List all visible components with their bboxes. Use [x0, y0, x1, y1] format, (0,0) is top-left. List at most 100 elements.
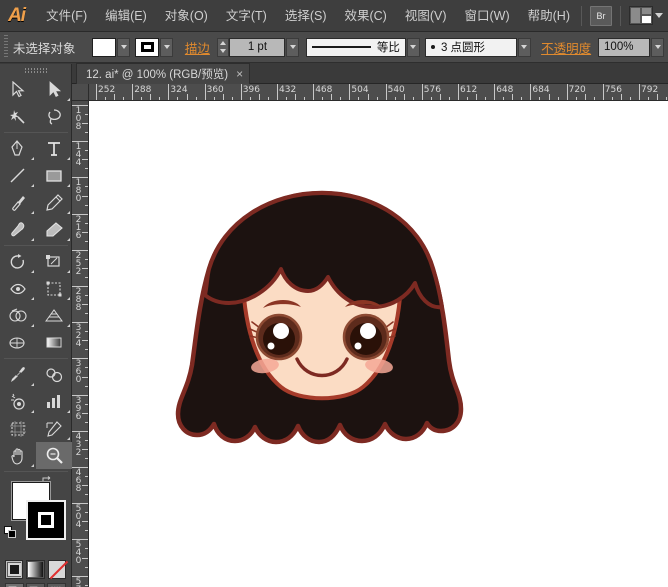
tool-flyout-icon[interactable]	[67, 297, 70, 300]
gradient-mode-button[interactable]	[26, 560, 44, 579]
ruler-minor-tick	[82, 377, 88, 378]
tool-flyout-icon[interactable]	[31, 157, 34, 160]
stroke-color-control[interactable]	[135, 38, 173, 57]
tool-flyout-icon[interactable]	[67, 157, 70, 160]
bridge-icon[interactable]: Br	[590, 6, 612, 26]
tool-flyout-icon[interactable]	[67, 270, 70, 273]
perspective-grid-tool[interactable]	[36, 302, 72, 329]
direct-selection-tool[interactable]	[36, 76, 72, 103]
stroke-dropdown-arrow-icon[interactable]	[160, 38, 173, 57]
canvas-area[interactable]	[89, 101, 668, 587]
stroke-swatch-tool[interactable]	[26, 500, 66, 540]
tool-flyout-icon[interactable]	[67, 238, 70, 241]
none-mode-button[interactable]	[48, 560, 66, 579]
tool-flyout-icon[interactable]	[67, 410, 70, 413]
fill-dropdown-arrow-icon[interactable]	[117, 38, 130, 57]
default-fill-stroke-icon[interactable]	[4, 526, 17, 539]
eraser-tool[interactable]	[36, 216, 72, 243]
stepper-up-icon[interactable]	[220, 41, 226, 45]
menu-file[interactable]: 文件(F)	[37, 4, 96, 28]
stroke-profile-dropdown-arrow-icon[interactable]	[407, 38, 420, 57]
symbol-sprayer-tool[interactable]	[0, 388, 36, 415]
free-transform-tool[interactable]	[36, 275, 72, 302]
stroke-swatch[interactable]	[135, 38, 159, 57]
stroke-weight-input[interactable]: 1 pt	[229, 38, 285, 57]
vertical-ruler[interactable]: 1081441802162522883243603964324685045405…	[72, 101, 89, 587]
type-tool[interactable]	[36, 135, 72, 162]
pen-tool[interactable]	[0, 135, 36, 162]
tool-flyout-icon[interactable]	[31, 464, 34, 467]
artwork-cartoon-girl[interactable]	[167, 185, 477, 480]
color-mode-button[interactable]	[5, 560, 23, 579]
magic-wand-tool[interactable]	[0, 103, 36, 130]
menu-select[interactable]: 选择(S)	[276, 4, 336, 28]
rectangle-tool[interactable]	[36, 162, 72, 189]
tool-flyout-icon[interactable]	[31, 383, 34, 386]
menu-edit[interactable]: 编辑(E)	[96, 4, 156, 28]
slice-tool[interactable]	[36, 415, 72, 442]
zoom-tool[interactable]	[36, 442, 72, 469]
lasso-tool[interactable]	[36, 103, 72, 130]
selection-tool[interactable]	[0, 76, 36, 103]
stroke-weight-control[interactable]: 1 pt	[217, 38, 299, 57]
brush-definition-control[interactable]: 3 点圆形	[425, 38, 531, 57]
blend-tool[interactable]	[36, 361, 72, 388]
shape-builder-tool[interactable]	[0, 302, 36, 329]
tool-flyout-icon[interactable]	[31, 211, 34, 214]
opacity-panel-link[interactable]: 不透明度	[536, 38, 596, 57]
ruler-corner[interactable]	[72, 84, 89, 101]
stepper-down-icon[interactable]	[220, 49, 226, 53]
document-tab[interactable]: 12. ai* @ 100% (RGB/预览) ×	[76, 63, 250, 84]
tool-flyout-icon[interactable]	[31, 324, 34, 327]
column-graph-tool[interactable]	[36, 388, 72, 415]
fill-color-control[interactable]	[92, 38, 130, 57]
scale-tool[interactable]	[36, 248, 72, 275]
stroke-weight-dropdown-arrow-icon[interactable]	[286, 38, 299, 57]
workspace-switcher[interactable]	[629, 6, 663, 25]
artboard-tool[interactable]	[0, 415, 36, 442]
close-icon[interactable]: ×	[236, 69, 243, 79]
width-tool[interactable]	[0, 275, 36, 302]
tool-flyout-icon[interactable]	[67, 211, 70, 214]
tools-panel-grip[interactable]	[0, 64, 71, 76]
menu-type[interactable]: 文字(T)	[217, 4, 276, 28]
tool-flyout-icon[interactable]	[31, 297, 34, 300]
menu-help[interactable]: 帮助(H)	[519, 4, 579, 28]
control-bar-grip[interactable]	[4, 35, 8, 59]
menu-view[interactable]: 视图(V)	[396, 4, 456, 28]
paintbrush-tool[interactable]	[0, 189, 36, 216]
menu-effect[interactable]: 效果(C)	[335, 4, 395, 28]
stroke-profile-select[interactable]: 等比	[306, 38, 406, 57]
tool-flyout-icon[interactable]	[67, 184, 70, 187]
draw-normal-button[interactable]	[5, 583, 24, 587]
line-segment-tool[interactable]	[0, 162, 36, 189]
tool-flyout-icon[interactable]	[67, 324, 70, 327]
draw-behind-button[interactable]	[26, 583, 45, 587]
tool-flyout-icon[interactable]	[31, 270, 34, 273]
stroke-profile-control[interactable]: 等比	[306, 38, 420, 57]
opacity-control[interactable]: 100%	[598, 38, 664, 57]
tool-flyout-icon[interactable]	[31, 238, 34, 241]
tool-flyout-icon[interactable]	[31, 410, 34, 413]
pencil-tool[interactable]	[36, 189, 72, 216]
hand-tool[interactable]	[0, 442, 36, 469]
rotate-tool[interactable]	[0, 248, 36, 275]
mesh-tool[interactable]	[0, 329, 36, 356]
brush-definition-select[interactable]: 3 点圆形	[425, 38, 517, 57]
draw-inside-button[interactable]	[47, 583, 66, 587]
gradient-tool[interactable]	[36, 329, 72, 356]
tool-flyout-icon[interactable]	[67, 98, 70, 101]
menu-object[interactable]: 对象(O)	[156, 4, 217, 28]
fill-swatch[interactable]	[92, 38, 116, 57]
stroke-weight-stepper[interactable]	[217, 38, 229, 57]
blob-brush-tool[interactable]	[0, 216, 36, 243]
tool-flyout-icon[interactable]	[67, 437, 70, 440]
brush-dropdown-arrow-icon[interactable]	[518, 38, 531, 57]
menu-window[interactable]: 窗口(W)	[456, 4, 519, 28]
opacity-dropdown-arrow-icon[interactable]	[651, 38, 664, 57]
horizontal-ruler[interactable]: 2522883243603964324685045405766126486847…	[89, 84, 668, 101]
eyedropper-tool[interactable]	[0, 361, 36, 388]
opacity-input[interactable]: 100%	[598, 38, 650, 57]
stroke-panel-link[interactable]: 描边	[180, 38, 215, 57]
tool-flyout-icon[interactable]	[31, 184, 34, 187]
